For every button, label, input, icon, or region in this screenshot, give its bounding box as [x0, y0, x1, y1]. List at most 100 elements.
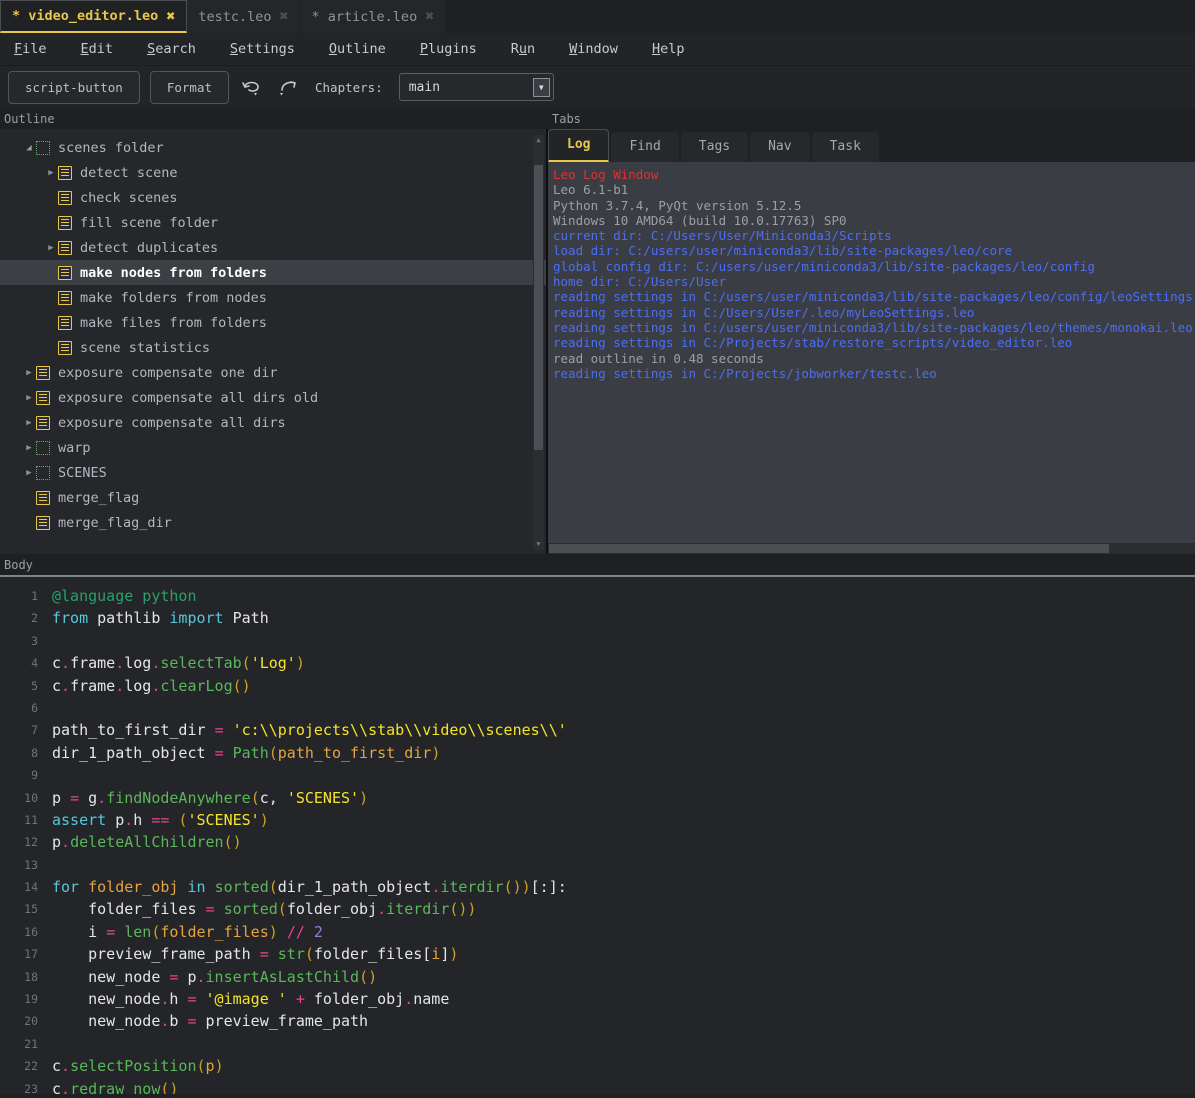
code-token: path_to_first_dir	[278, 744, 432, 762]
chapters-label: Chapters:	[315, 80, 383, 95]
outline-row[interactable]: ▶detect duplicates	[0, 235, 546, 260]
node-content-icon[interactable]	[36, 416, 50, 430]
scroll-up-arrow[interactable]: ▲	[533, 135, 544, 146]
outline-row[interactable]: fill scene folder	[0, 210, 546, 235]
file-tab[interactable]: * video_editor.leo✖	[0, 0, 187, 33]
close-icon[interactable]: ✖	[166, 9, 175, 24]
code-line[interactable]: 20 new_node.b = preview_frame_path	[0, 1010, 1195, 1032]
outline-scrollbar-thumb[interactable]	[534, 165, 543, 450]
node-content-icon[interactable]	[36, 491, 50, 505]
outline-row[interactable]: ▶warp	[0, 435, 546, 460]
node-empty-icon[interactable]	[36, 141, 50, 155]
chevron-right-icon[interactable]: ▶	[22, 368, 36, 378]
outline-tree[interactable]: ◢scenes folder▶detect scenecheck scenesf…	[0, 129, 546, 535]
menu-item[interactable]: Outline	[329, 41, 386, 57]
outline-scrollbar[interactable]: ▲ ▼	[533, 135, 544, 550]
chevron-down-icon[interactable]: ▼	[533, 78, 550, 97]
script-button[interactable]: script-button	[8, 71, 140, 104]
code-line[interactable]: 12p.deleteAllChildren()	[0, 831, 1195, 853]
code-line[interactable]: 17 preview_frame_path = str(folder_files…	[0, 943, 1195, 965]
outline-row[interactable]: check scenes	[0, 185, 546, 210]
code-line[interactable]: 8dir_1_path_object = Path(path_to_first_…	[0, 742, 1195, 764]
node-content-icon[interactable]	[58, 316, 72, 330]
menu-item[interactable]: Run	[511, 41, 535, 57]
code-line[interactable]: 9	[0, 764, 1195, 786]
code-line[interactable]: 22c.selectPosition(p)	[0, 1055, 1195, 1077]
node-content-icon[interactable]	[58, 266, 72, 280]
node-empty-icon[interactable]	[36, 466, 50, 480]
log-tab-find[interactable]: Find	[611, 132, 678, 162]
menu-item[interactable]: Settings	[230, 41, 295, 57]
menu-item[interactable]: Search	[147, 41, 196, 57]
code-line[interactable]: 5c.frame.log.clearLog()	[0, 675, 1195, 697]
chevron-down-icon[interactable]: ◢	[22, 143, 36, 153]
outline-row[interactable]: merge_flag	[0, 485, 546, 510]
chevron-right-icon[interactable]: ▶	[44, 243, 58, 253]
log-output[interactable]: Leo Log WindowLeo 6.1-b1Python 3.7.4, Py…	[548, 162, 1195, 543]
outline-row[interactable]: scene statistics	[0, 335, 546, 360]
undo-icon[interactable]	[239, 74, 265, 100]
code-line[interactable]: 21	[0, 1033, 1195, 1055]
chevron-right-icon[interactable]: ▶	[44, 168, 58, 178]
code-line[interactable]: 11assert p.h == ('SCENES')	[0, 809, 1195, 831]
node-content-icon[interactable]	[58, 291, 72, 305]
outline-row[interactable]: ▶SCENES	[0, 460, 546, 485]
outline-row[interactable]: ◢scenes folder	[0, 135, 546, 160]
code-line[interactable]: 18 new_node = p.insertAsLastChild()	[0, 966, 1195, 988]
outline-row-selected[interactable]: make nodes from folders	[0, 260, 546, 285]
chevron-right-icon[interactable]: ▶	[22, 443, 36, 453]
node-content-icon[interactable]	[36, 516, 50, 530]
chevron-right-icon[interactable]: ▶	[22, 418, 36, 428]
menu-item[interactable]: File	[14, 41, 47, 57]
node-content-icon[interactable]	[58, 166, 72, 180]
scroll-down-arrow[interactable]: ▼	[533, 539, 544, 550]
node-content-icon[interactable]	[36, 366, 50, 380]
code-line[interactable]: 3	[0, 630, 1195, 652]
log-tab-nav[interactable]: Nav	[750, 132, 809, 162]
node-content-icon[interactable]	[58, 341, 72, 355]
outline-row[interactable]: ▶exposure compensate all dirs	[0, 410, 546, 435]
node-content-icon[interactable]	[58, 216, 72, 230]
outline-row[interactable]: make files from folders	[0, 310, 546, 335]
menu-item[interactable]: Window	[569, 41, 618, 57]
code-editor[interactable]: 1@language python2from pathlib import Pa…	[0, 577, 1195, 1094]
code-line[interactable]: 16 i = len(folder_files) // 2	[0, 921, 1195, 943]
chevron-right-icon[interactable]: ▶	[22, 468, 36, 478]
outline-row[interactable]: ▶exposure compensate all dirs old	[0, 385, 546, 410]
outline-row[interactable]: merge_flag_dir	[0, 510, 546, 535]
node-content-icon[interactable]	[58, 191, 72, 205]
menu-item[interactable]: Plugins	[420, 41, 477, 57]
node-empty-icon[interactable]	[36, 441, 50, 455]
menu-item[interactable]: Edit	[81, 41, 114, 57]
code-line[interactable]: 10p = g.findNodeAnywhere(c, 'SCENES')	[0, 787, 1195, 809]
log-hscrollbar[interactable]	[548, 543, 1195, 554]
code-line[interactable]: 1@language python	[0, 585, 1195, 607]
file-tab[interactable]: testc.leo✖	[187, 0, 300, 33]
close-icon[interactable]: ✖	[280, 9, 289, 24]
redo-icon[interactable]	[275, 74, 301, 100]
code-line[interactable]: 6	[0, 697, 1195, 719]
chapter-select[interactable]: main ▼	[399, 73, 554, 101]
log-tab-tags[interactable]: Tags	[681, 132, 748, 162]
code-line[interactable]: 4c.frame.log.selectTab('Log')	[0, 652, 1195, 674]
node-content-icon[interactable]	[58, 241, 72, 255]
chevron-right-icon[interactable]: ▶	[22, 393, 36, 403]
outline-row[interactable]: make folders from nodes	[0, 285, 546, 310]
format-button[interactable]: Format	[150, 71, 229, 104]
menu-item[interactable]: Help	[652, 41, 685, 57]
code-line[interactable]: 7path_to_first_dir = 'c:\\projects\\stab…	[0, 719, 1195, 741]
log-tab-log[interactable]: Log	[548, 129, 609, 162]
code-line[interactable]: 23c.redraw_now()	[0, 1078, 1195, 1094]
code-line[interactable]: 19 new_node.h = '@image ' + folder_obj.n…	[0, 988, 1195, 1010]
close-icon[interactable]: ✖	[425, 9, 434, 24]
outline-row[interactable]: ▶detect scene	[0, 160, 546, 185]
log-hscrollbar-thumb[interactable]	[549, 544, 1109, 553]
code-line[interactable]: 13	[0, 854, 1195, 876]
code-line[interactable]: 15 folder_files = sorted(folder_obj.iter…	[0, 898, 1195, 920]
log-tab-task[interactable]: Task	[812, 132, 879, 162]
outline-row[interactable]: ▶exposure compensate one dir	[0, 360, 546, 385]
code-line[interactable]: 2from pathlib import Path	[0, 607, 1195, 629]
code-line[interactable]: 14for folder_obj in sorted(dir_1_path_ob…	[0, 876, 1195, 898]
node-content-icon[interactable]	[36, 391, 50, 405]
file-tab[interactable]: * article.leo✖	[301, 0, 447, 33]
